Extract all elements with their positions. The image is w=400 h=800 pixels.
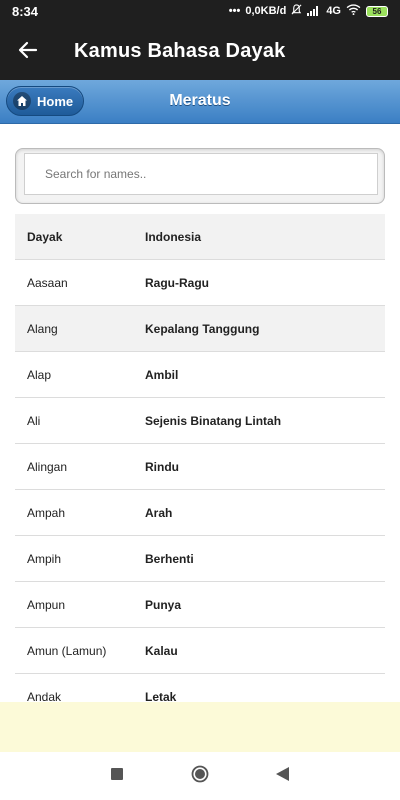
table-row[interactable]: Ampun Punya bbox=[15, 582, 385, 628]
indonesian-meaning: Rindu bbox=[145, 459, 179, 474]
net-speed: 0,0KB/d bbox=[245, 5, 287, 17]
network-type: 4G bbox=[326, 5, 341, 17]
header-dayak: Dayak bbox=[27, 229, 63, 244]
signal-icon bbox=[307, 6, 321, 16]
page-title: Meratus bbox=[169, 92, 231, 109]
table-row[interactable]: Aasaan Ragu-Ragu bbox=[15, 260, 385, 306]
dots-icon: ••• bbox=[228, 5, 241, 17]
dayak-word: Alingan bbox=[27, 459, 68, 474]
mute-icon bbox=[291, 4, 302, 18]
dayak-word: Amun (Lamun) bbox=[27, 643, 107, 658]
recents-square-icon bbox=[111, 767, 123, 785]
table-row[interactable]: Ampah Arah bbox=[15, 490, 385, 536]
table-header-row: Dayak Indonesia bbox=[15, 214, 385, 260]
dayak-word: Ampah bbox=[27, 505, 66, 520]
indonesian-meaning: Punya bbox=[145, 597, 182, 612]
app-title: Kamus Bahasa Dayak bbox=[74, 40, 286, 62]
dictionary-table: Dayak Indonesia Aasaan Ragu-Ragu Alang K… bbox=[15, 214, 385, 720]
indonesian-meaning: Ragu-Ragu bbox=[145, 275, 209, 290]
table-row[interactable]: Ali Sejenis Binatang Lintah bbox=[15, 398, 385, 444]
indonesian-meaning: Sejenis Binatang Lintah bbox=[145, 413, 282, 428]
table-row[interactable]: Alang Kepalang Tanggung bbox=[15, 306, 385, 352]
status-time: 8:34 bbox=[12, 4, 39, 19]
status-icons: ••• 0,0KB/d 4G 56 bbox=[229, 4, 388, 18]
indonesian-meaning: Kalau bbox=[145, 643, 178, 658]
indonesian-meaning: Berhenti bbox=[145, 551, 194, 566]
back-button[interactable] bbox=[14, 38, 42, 66]
search-container bbox=[15, 148, 385, 204]
dayak-word: Ali bbox=[27, 413, 41, 428]
wifi-icon bbox=[346, 4, 361, 18]
arrow-back-icon bbox=[18, 40, 38, 65]
nav-back-button[interactable] bbox=[272, 766, 292, 786]
ad-banner[interactable] bbox=[0, 702, 400, 752]
page-header: Home Meratus bbox=[0, 80, 400, 124]
header-indonesia: Indonesia bbox=[145, 229, 202, 244]
table-row[interactable]: Ampih Berhenti bbox=[15, 536, 385, 582]
table-row[interactable]: Alingan Rindu bbox=[15, 444, 385, 490]
back-triangle-icon bbox=[275, 766, 289, 786]
system-nav-bar bbox=[0, 752, 400, 800]
table-row[interactable]: Amun (Lamun) Kalau bbox=[15, 628, 385, 674]
indonesian-meaning: Kepalang Tanggung bbox=[145, 321, 260, 336]
indonesian-meaning: Ambil bbox=[145, 367, 179, 382]
recents-button[interactable] bbox=[107, 766, 127, 786]
dayak-word: Aasaan bbox=[27, 275, 68, 290]
nav-home-button[interactable] bbox=[190, 765, 210, 788]
dayak-word: Alang bbox=[27, 321, 58, 336]
table-row[interactable]: Alap Ambil bbox=[15, 352, 385, 398]
dayak-word: Ampih bbox=[27, 551, 62, 566]
status-bar: 8:34 ••• 0,0KB/d 4G 56 bbox=[0, 0, 400, 24]
indonesian-meaning: Arah bbox=[145, 505, 173, 520]
app-bar: Kamus Bahasa Dayak bbox=[0, 24, 400, 80]
dayak-word: Ampun bbox=[27, 597, 66, 612]
search-input[interactable] bbox=[24, 153, 378, 195]
home-circle-icon bbox=[191, 765, 209, 788]
dayak-word: Alap bbox=[27, 367, 52, 382]
battery-icon: 56 bbox=[366, 5, 388, 17]
